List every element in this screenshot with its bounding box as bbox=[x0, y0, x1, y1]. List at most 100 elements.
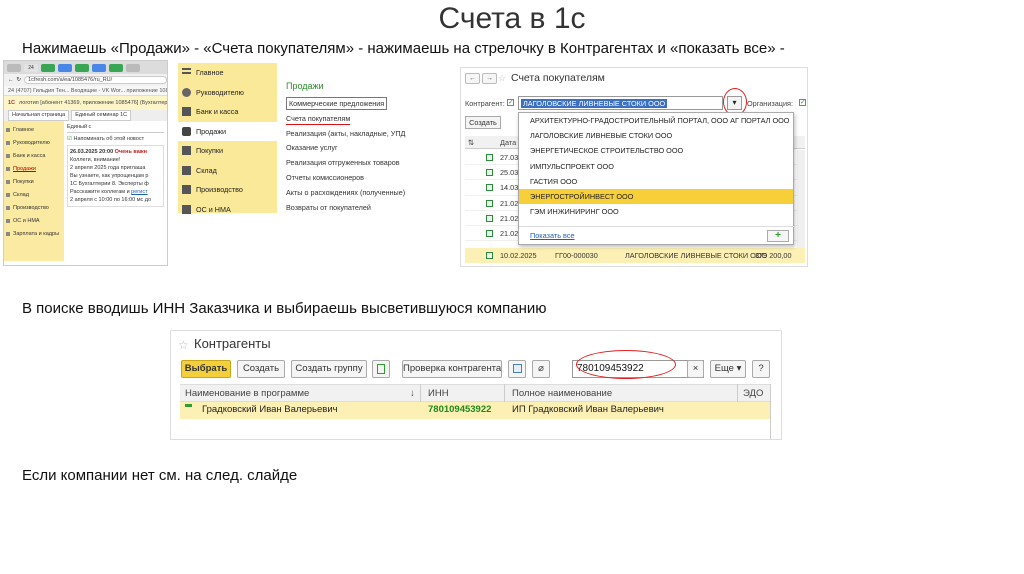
app-header: 1С логотип [абонент 41369, приложение 10… bbox=[4, 96, 167, 110]
contractor-row[interactable]: Градковский Иван Валерьевич 780109453922… bbox=[180, 402, 770, 419]
sidebar-item[interactable]: Производство bbox=[4, 202, 64, 215]
browser-tab[interactable] bbox=[109, 63, 123, 72]
dropdown-item[interactable]: ИМПУЛЬСПРОЕКТ ООО bbox=[519, 159, 793, 174]
create-group-button[interactable]: Создать группу bbox=[291, 360, 367, 378]
more-button[interactable]: Еще ▾ bbox=[710, 360, 746, 378]
report-icon[interactable] bbox=[508, 360, 526, 378]
app-tabs: Начальная страница Единый семинар 1С bbox=[4, 110, 167, 121]
dropdown-item-highlighted[interactable]: ЭНЕРГОСТРОЙИНВЕСТ ООО bbox=[519, 188, 793, 205]
document-icon bbox=[486, 252, 493, 259]
sidebar-item-sales[interactable]: Продажи bbox=[4, 163, 64, 176]
step3-text: Если компании нет см. на след. слайде bbox=[22, 467, 298, 484]
browser-tab[interactable] bbox=[75, 63, 89, 72]
section-label: Руководителю bbox=[196, 87, 244, 97]
row-inn: 780109453922 bbox=[428, 404, 492, 415]
dropdown-item[interactable]: АРХИТЕКТУРНО-ГРАДОСТРОИТЕЛЬНЫЙ ПОРТАЛ, О… bbox=[519, 113, 793, 128]
scrollbar[interactable] bbox=[770, 384, 771, 439]
sidebar-item[interactable]: ОС и НМА bbox=[4, 215, 64, 228]
back-button[interactable]: ← bbox=[465, 73, 480, 84]
sales-panel-title: Продажи bbox=[286, 81, 324, 91]
create-button[interactable]: Создать bbox=[465, 116, 501, 129]
dropdown-footer: Показать все + bbox=[519, 226, 795, 244]
document-icon bbox=[486, 154, 493, 161]
forward-button[interactable]: → bbox=[482, 73, 497, 84]
checkbox-icon[interactable]: ☑ bbox=[67, 136, 72, 142]
help-button[interactable]: ? bbox=[752, 360, 770, 378]
sidebar-item[interactable]: Руководителю bbox=[4, 137, 64, 150]
link-commercial-offers[interactable]: Коммерческие предложения bbox=[286, 97, 428, 112]
sidebar-item[interactable]: Зарплата и кадры bbox=[4, 228, 64, 241]
link-commission-reports[interactable]: Отчеты комиссионеров bbox=[286, 171, 428, 186]
link-sales-docs[interactable]: Реализация (акты, накладные, УПД bbox=[286, 127, 428, 142]
check-contractor-button[interactable]: Проверка контрагента bbox=[402, 360, 502, 378]
section-assets[interactable]: ОС и НМА bbox=[178, 200, 277, 220]
link-shipped-goods[interactable]: Реализация отгруженных товаров bbox=[286, 156, 428, 171]
scrollbar[interactable] bbox=[797, 150, 805, 248]
sidebar-item[interactable]: Главное bbox=[4, 124, 64, 137]
section-label: Покупки bbox=[196, 146, 224, 156]
link-discrepancy-acts[interactable]: Акты о расхождениях (полученные) bbox=[286, 186, 428, 201]
show-all-link[interactable]: Показать все bbox=[530, 231, 575, 240]
dropdown-item[interactable]: ГАСТИЯ ООО bbox=[519, 174, 793, 189]
selected-invoice-row[interactable]: 10.02.2025 ГГ00-000030 ЛАГОЛОВСКИЕ ЛИВНЕ… bbox=[465, 248, 805, 263]
assets-icon bbox=[182, 204, 191, 214]
factory-icon bbox=[182, 185, 191, 195]
back-arrow-icon[interactable]: ← bbox=[8, 77, 14, 83]
section-production[interactable]: Производство bbox=[178, 180, 277, 200]
sidebar-item[interactable]: Склад bbox=[4, 189, 64, 202]
section-label: Главное bbox=[196, 68, 224, 78]
browser-tab[interactable] bbox=[58, 63, 72, 72]
news-checkbox[interactable]: ☑ Напоминать об этой новост bbox=[67, 136, 164, 142]
column-name[interactable]: Наименование в программе bbox=[185, 388, 309, 399]
favorite-star-icon[interactable]: ☆ bbox=[178, 338, 189, 352]
section-director[interactable]: Руководителю bbox=[178, 83, 277, 103]
browser-tab[interactable] bbox=[7, 63, 21, 72]
sales-bag-icon bbox=[182, 126, 191, 136]
dropdown-item[interactable]: ЛАГОЛОВСКИЕ ЛИВНЕВЫЕ СТОКИ ООО bbox=[519, 128, 793, 143]
section-main[interactable]: Главное bbox=[178, 63, 277, 83]
sections-screenshot: Главное Руководителю Банк и касса Продаж… bbox=[178, 63, 428, 216]
counterparty-checkbox[interactable]: ✓ bbox=[507, 99, 514, 106]
section-warehouse[interactable]: Склад bbox=[178, 161, 277, 181]
dropdown-item[interactable]: ЭНЕРГЕТИЧЕСКОЕ СТРОИТЕЛЬСТВО ООО bbox=[519, 143, 793, 158]
news-item: 26.03.2025 20:00 Очень важн Коллеги, вни… bbox=[67, 145, 164, 207]
create-button[interactable]: Создать bbox=[237, 360, 285, 378]
section-bank[interactable]: Банк и касса bbox=[178, 102, 277, 122]
browser-tab[interactable] bbox=[41, 63, 55, 72]
section-purchases[interactable]: Покупки bbox=[178, 141, 277, 161]
counterparty-value: ЛАГОЛОВСКИЕ ЛИВНЕВЫЕ СТОКИ ООО bbox=[521, 99, 668, 108]
bookmark-bar[interactable]: 24 (4707) Гильдия Тен... Входящие - VK W… bbox=[4, 86, 167, 96]
browser-screenshot: 24 ← ↻ 1cfresh.com/a/ea/1085476/ru_RU/ 2… bbox=[3, 60, 168, 266]
browser-tab[interactable] bbox=[92, 63, 106, 72]
link-customer-invoices[interactable]: Счета покупателям bbox=[286, 112, 428, 127]
news-register-link[interactable]: регист bbox=[131, 189, 147, 195]
attachment-icon[interactable]: ⌀ bbox=[532, 360, 550, 378]
news-header: Единый с bbox=[67, 124, 164, 133]
row-amount: 379 200,00 bbox=[755, 251, 792, 260]
dropdown-item[interactable]: ГЭМ ИНЖИНИРИНГ ООО bbox=[519, 204, 793, 219]
counterparty-field[interactable]: ЛАГОЛОВСКИЕ ЛИВНЕВЫЕ СТОКИ ООО bbox=[518, 96, 723, 110]
column-date[interactable]: Дата bbox=[500, 138, 516, 147]
url-input[interactable]: 1cfresh.com/a/ea/1085476/ru_RU/ bbox=[24, 76, 167, 84]
favorite-star-icon[interactable]: ☆ bbox=[498, 73, 506, 84]
app-tab[interactable]: Единый семинар 1С bbox=[71, 110, 132, 121]
column-edo[interactable]: ЭДО bbox=[743, 388, 763, 399]
sidebar-item[interactable]: Банк и касса bbox=[4, 150, 64, 163]
reload-icon[interactable]: ↻ bbox=[17, 77, 22, 83]
link-services[interactable]: Оказание услуг bbox=[286, 141, 428, 156]
column-full-name[interactable]: Полное наименование bbox=[512, 388, 612, 399]
row-date: 21.02 bbox=[500, 228, 519, 238]
browser-tab[interactable]: 24 bbox=[24, 63, 38, 72]
add-counterparty-button[interactable]: + bbox=[767, 230, 789, 242]
copy-icon[interactable] bbox=[372, 360, 390, 378]
sidebar-item[interactable]: Покупки bbox=[4, 176, 64, 189]
app-tab[interactable]: Начальная страница bbox=[8, 110, 70, 121]
clear-search-button[interactable]: × bbox=[687, 360, 704, 378]
section-sales[interactable]: Продажи bbox=[178, 121, 277, 141]
browser-tab[interactable] bbox=[126, 63, 140, 72]
select-button[interactable]: Выбрать bbox=[181, 360, 231, 378]
organization-checkbox[interactable]: ✓ bbox=[799, 99, 806, 106]
link-returns[interactable]: Возвраты от покупателей bbox=[286, 201, 428, 216]
column-inn[interactable]: ИНН bbox=[428, 388, 449, 399]
document-icon bbox=[486, 229, 493, 237]
